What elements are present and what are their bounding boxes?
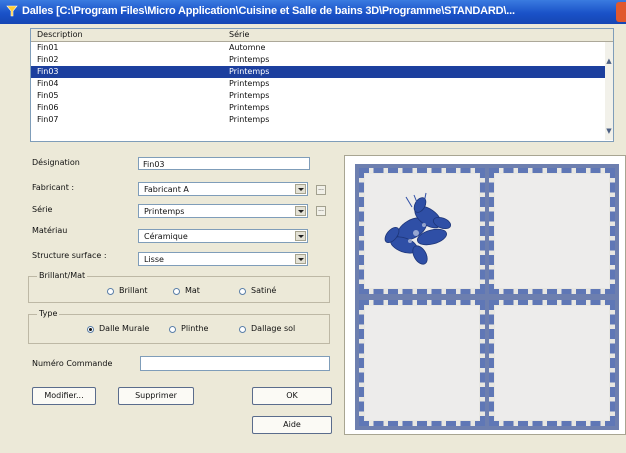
radio-brillant[interactable]: [107, 288, 114, 295]
ok-button[interactable]: OK: [252, 387, 332, 405]
tile-preview: [344, 155, 626, 435]
list-row[interactable]: Fin01 Automne: [31, 42, 605, 54]
materiau-label: Matériau: [32, 226, 68, 235]
serie-select[interactable]: Printemps: [138, 204, 308, 218]
window-title: Dalles [C:\Program Files\Micro Applicati…: [22, 5, 515, 17]
chevron-down-icon[interactable]: [295, 231, 306, 241]
row-description: Fin07: [37, 115, 59, 124]
radio-mat-label: Mat: [185, 286, 200, 295]
materiau-select[interactable]: Céramique: [138, 229, 308, 243]
row-serie: Printemps: [229, 115, 270, 124]
tile-plain: [489, 168, 615, 294]
radio-satine[interactable]: [239, 288, 246, 295]
list-header: Description Série: [31, 29, 613, 42]
aide-button[interactable]: Aide: [252, 416, 332, 434]
flower-motif-icon: [384, 192, 452, 265]
chevron-down-icon[interactable]: [295, 184, 306, 194]
chevron-down-icon[interactable]: [295, 254, 306, 264]
radio-satine-label: Satiné: [251, 286, 277, 295]
commande-label: Numéro Commande: [32, 359, 113, 368]
tile-list[interactable]: Description Série Fin01 Automne Fin02 Pr…: [30, 28, 614, 142]
list-scrollbar[interactable]: ▲ ▼: [605, 42, 613, 140]
radio-dallage-sol-label: Dallage sol: [251, 324, 296, 333]
row-serie: Printemps: [229, 79, 270, 88]
brillant-mat-group-title: Brillant/Mat: [37, 271, 88, 280]
fabricant-more-button[interactable]: ...: [316, 185, 326, 195]
tile-flower: [359, 168, 485, 294]
radio-dallage-sol[interactable]: [239, 326, 246, 333]
tile-plain: [359, 300, 485, 426]
fabricant-select[interactable]: Fabricant A: [138, 182, 308, 196]
list-row[interactable]: Fin05 Printemps: [31, 90, 605, 102]
structure-value: Lisse: [144, 255, 164, 264]
tile-plain: [489, 300, 615, 426]
serie-more-button[interactable]: ...: [316, 206, 326, 216]
list-row[interactable]: Fin04 Printemps: [31, 78, 605, 90]
row-serie: Printemps: [229, 67, 270, 76]
column-header-serie[interactable]: Série: [229, 30, 249, 39]
materiau-value: Céramique: [144, 232, 188, 241]
row-description: Fin04: [37, 79, 59, 88]
row-description: Fin05: [37, 91, 59, 100]
supprimer-button[interactable]: Supprimer: [118, 387, 194, 405]
row-description: Fin02: [37, 55, 59, 64]
row-serie: Printemps: [229, 91, 270, 100]
row-description: Fin06: [37, 103, 59, 112]
serie-value: Printemps: [144, 207, 185, 216]
list-row[interactable]: Fin06 Printemps: [31, 102, 605, 114]
fabricant-label: Fabricant :: [32, 183, 75, 192]
column-header-description[interactable]: Description: [37, 30, 83, 39]
app-icon: [6, 5, 18, 17]
radio-mat[interactable]: [173, 288, 180, 295]
list-row-selected[interactable]: Fin03 Printemps: [31, 66, 605, 78]
modifier-button[interactable]: Modifier...: [32, 387, 96, 405]
tile-surface: [365, 306, 479, 420]
row-description: Fin01: [37, 43, 59, 52]
brillant-mat-group: Brillant/Mat Brillant Mat Satiné: [28, 271, 330, 303]
close-button[interactable]: [616, 2, 626, 22]
chevron-down-icon[interactable]: [295, 206, 306, 216]
structure-select[interactable]: Lisse: [138, 252, 308, 266]
type-group: Type Dalle Murale Plinthe Dallage sol: [28, 309, 330, 344]
radio-dalle-murale[interactable]: [87, 326, 94, 333]
radio-brillant-label: Brillant: [119, 286, 148, 295]
scroll-up-icon[interactable]: ▲: [605, 56, 613, 66]
radio-dalle-murale-label: Dalle Murale: [99, 324, 150, 333]
scroll-down-icon[interactable]: ▼: [605, 126, 613, 136]
row-description: Fin03: [37, 67, 59, 76]
title-bar[interactable]: Dalles [C:\Program Files\Micro Applicati…: [0, 0, 626, 24]
commande-field[interactable]: [140, 356, 330, 371]
structure-label: Structure surface :: [32, 251, 107, 260]
radio-plinthe[interactable]: [169, 326, 176, 333]
serie-label: Série: [32, 205, 53, 214]
tile-surface: [495, 174, 609, 288]
fabricant-value: Fabricant A: [144, 185, 189, 194]
type-group-title: Type: [37, 309, 60, 318]
tile-grid: [355, 164, 619, 430]
row-serie: Automne: [229, 43, 266, 52]
dalles-dialog: Dalles [C:\Program Files\Micro Applicati…: [0, 0, 626, 453]
row-serie: Printemps: [229, 103, 270, 112]
designation-label: Désignation: [32, 158, 80, 167]
list-row[interactable]: Fin07 Printemps: [31, 114, 605, 126]
tile-surface: [495, 306, 609, 420]
list-row[interactable]: Fin02 Printemps: [31, 54, 605, 66]
row-serie: Printemps: [229, 55, 270, 64]
radio-plinthe-label: Plinthe: [181, 324, 209, 333]
designation-field[interactable]: Fin03: [138, 157, 310, 170]
